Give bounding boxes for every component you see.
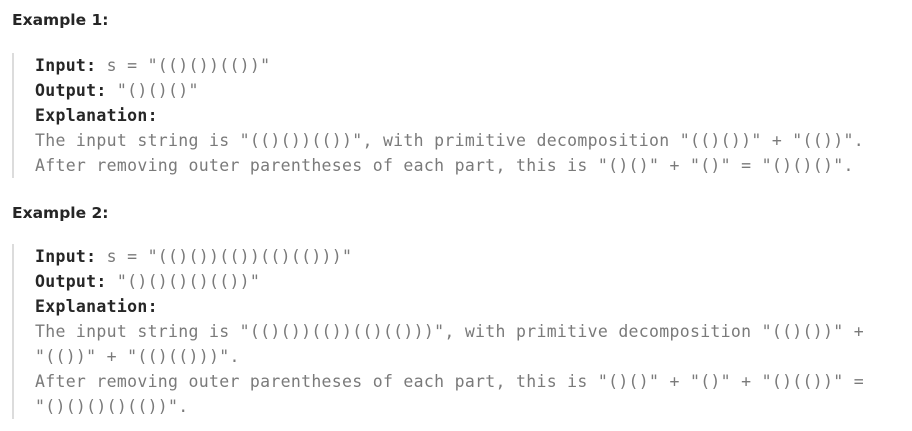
example-2-output-line: Output: "()()()()(())" (35, 269, 912, 294)
explanation-label: Explanation: (35, 106, 158, 125)
example-2-explanation-line-4: "()()()()(())". (35, 397, 189, 416)
output-value: "()()()" (106, 81, 199, 100)
example-1-input-line: Input: s = "(()())(())" (35, 53, 912, 78)
input-label: Input: (35, 247, 97, 266)
example-2-heading: Example 2: (12, 204, 109, 222)
example-1-block: Input: s = "(()())(())" Output: "()()()"… (12, 53, 912, 178)
example-1-explanation-line-1: The input string is "(()())(())", with p… (35, 131, 864, 150)
example-1-explanation-label-line: Explanation: (35, 103, 912, 128)
input-value: s = "(()())(())(()(()))" (96, 247, 353, 266)
example-2-explanation-line-2: "(())" + "(()(()))". (35, 347, 240, 366)
example-1-heading: Example 1: (12, 11, 109, 29)
example-2-input-line: Input: s = "(()())(())(()(()))" (35, 244, 912, 269)
output-label: Output: (35, 272, 107, 291)
input-label: Input: (35, 56, 97, 75)
input-value: s = "(()())(())" (96, 56, 271, 75)
example-2-explanation-line-1: The input string is "(()())(())(()(()))"… (35, 322, 864, 341)
example-2-explanation-label-line: Explanation: (35, 294, 912, 319)
output-value: "()()()()(())" (106, 272, 261, 291)
explanation-label: Explanation: (35, 297, 158, 316)
example-1-explanation-line-2: After removing outer parentheses of each… (35, 156, 854, 175)
example-2-explanation-line-3: After removing outer parentheses of each… (35, 372, 864, 391)
example-1-output-line: Output: "()()()" (35, 78, 912, 103)
example-2-block: Input: s = "(()())(())(()(()))" Output: … (12, 244, 912, 419)
output-label: Output: (35, 81, 107, 100)
